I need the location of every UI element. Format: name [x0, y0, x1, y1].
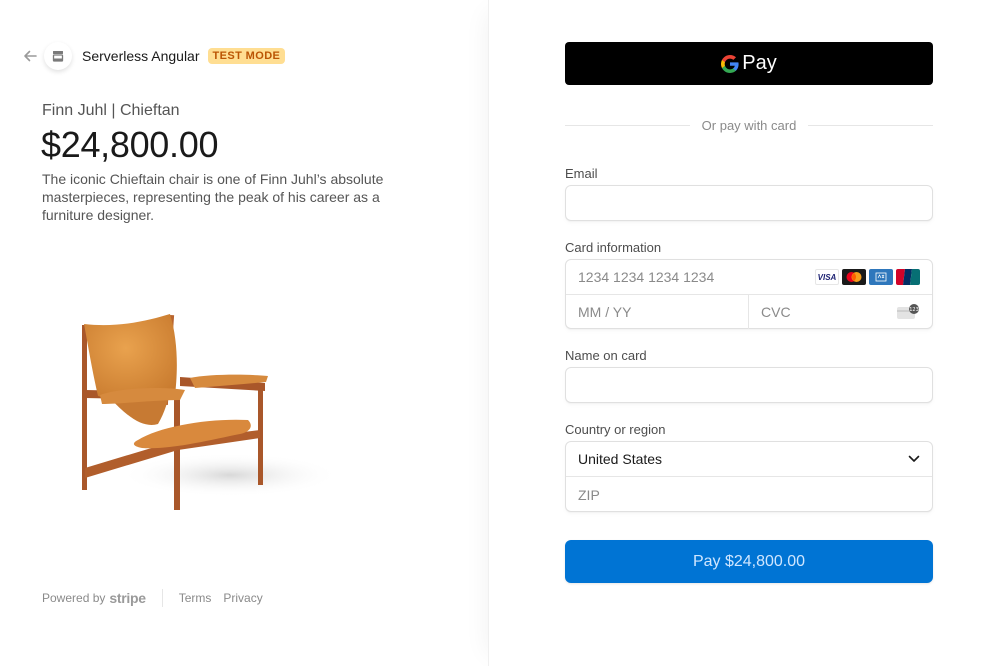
email-label: Email: [565, 166, 598, 181]
chevron-down-icon: [908, 455, 920, 462]
expiry-wrapper: [566, 295, 749, 329]
divider-text: Or pay with card: [701, 117, 797, 133]
store-icon: [52, 51, 64, 62]
country-selected-value: United States: [578, 451, 663, 467]
unionpay-icon: [896, 269, 920, 285]
country-select[interactable]: United States: [566, 442, 932, 477]
pay-button-label: Pay $24,800.00: [692, 552, 806, 570]
footer: Powered by stripe Terms Privacy: [42, 589, 275, 607]
terms-link[interactable]: Terms: [179, 591, 212, 605]
mastercard-icon: [842, 269, 866, 285]
email-field[interactable]: [566, 186, 932, 220]
name-field-wrapper: [565, 367, 933, 403]
footer-divider: [161, 589, 163, 607]
merchant-logo: [44, 42, 72, 70]
pay-button[interactable]: Pay $24,800.00: [565, 540, 933, 583]
product-image: [82, 314, 340, 510]
back-button[interactable]: [20, 46, 40, 66]
order-summary-panel: Serverless Angular TEST MODE Finn Juhl |…: [0, 0, 488, 666]
google-g-icon: [721, 54, 739, 73]
test-mode-badge: TEST MODE: [207, 48, 286, 64]
card-number-row: VISA: [566, 260, 932, 295]
zip-wrapper: [566, 477, 932, 512]
cvc-wrapper: 123: [749, 295, 932, 329]
powered-by-text: Powered by: [42, 591, 106, 605]
cvc-card-icon: 123: [897, 304, 919, 319]
merchant-name[interactable]: Serverless Angular: [82, 48, 200, 64]
stripe-logo: stripe: [109, 590, 146, 606]
divider-line: [808, 124, 933, 126]
expiry-input[interactable]: [566, 295, 748, 329]
card-brands: VISA: [815, 269, 920, 285]
zip-input[interactable]: [566, 477, 932, 512]
powered-by-stripe-link[interactable]: Powered by stripe: [42, 590, 146, 606]
privacy-link[interactable]: Privacy: [223, 591, 262, 605]
email-field-wrapper: [565, 185, 933, 221]
card-information-group: VISA 123: [565, 259, 933, 329]
product-description: The iconic Chieftain chair is one of Fin…: [42, 171, 384, 223]
card-information-label: Card information: [565, 240, 662, 255]
google-pay-button[interactable]: Pay: [565, 42, 933, 85]
divider-line: [565, 124, 690, 126]
arrow-left-icon: [24, 50, 37, 62]
product-name: Finn Juhl | Chieftan: [42, 102, 180, 119]
merchant-header: Serverless Angular TEST MODE: [20, 40, 286, 72]
name-on-card-label: Name on card: [565, 348, 647, 363]
country-label: Country or region: [565, 422, 666, 437]
amex-icon: [869, 269, 893, 285]
product-price: $24,800.00: [41, 124, 219, 165]
svg-text:123: 123: [909, 307, 919, 313]
visa-icon: VISA: [815, 269, 839, 285]
google-pay-label: Pay: [742, 52, 777, 74]
visa-text: VISA: [817, 272, 837, 282]
pay-with-card-divider: Or pay with card: [565, 116, 933, 134]
name-on-card-field[interactable]: [566, 368, 932, 402]
country-zip-group: United States: [565, 441, 933, 512]
card-expiry-cvc-row: 123: [566, 295, 932, 329]
